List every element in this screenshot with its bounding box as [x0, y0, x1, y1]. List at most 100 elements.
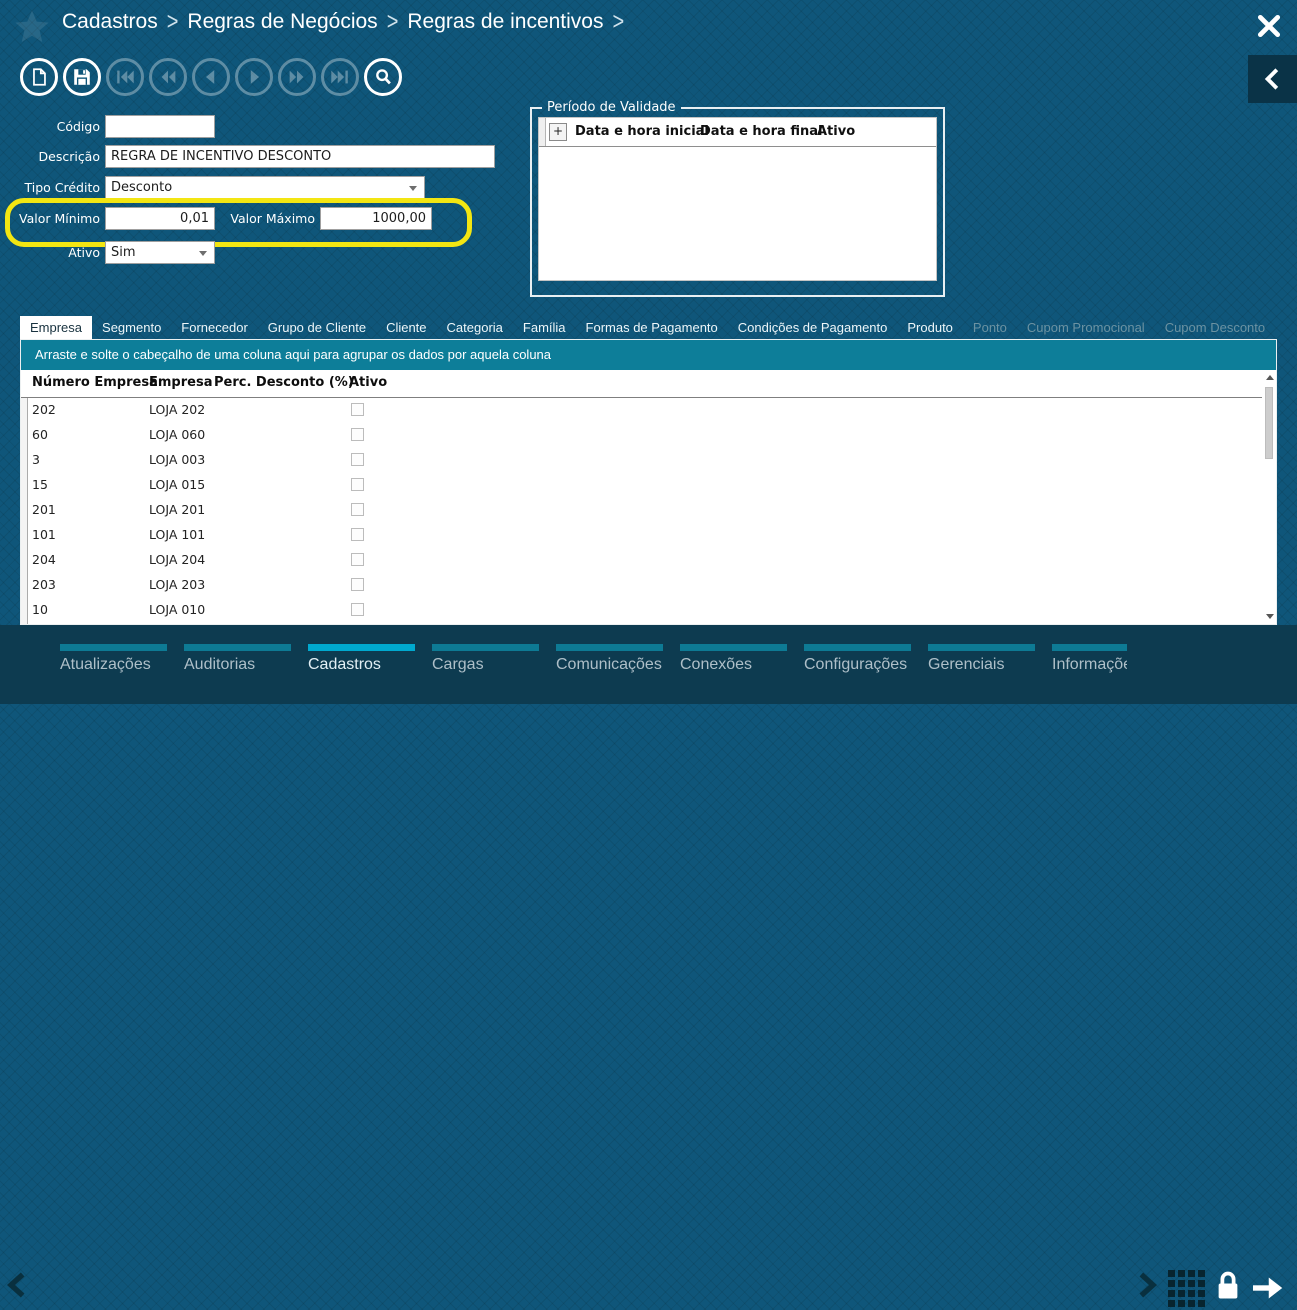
apps-grid-icon[interactable]	[1168, 1270, 1205, 1307]
bottom-nav-conexoes[interactable]: Conexões	[680, 644, 787, 674]
new-record-button[interactable]	[20, 58, 58, 96]
nav-scroll-right-icon[interactable]	[1132, 1263, 1160, 1307]
scroll-down-icon[interactable]	[1266, 614, 1274, 619]
nav-item-label: Configurações	[804, 656, 908, 673]
valor-minimo-input[interactable]: 0,01	[105, 207, 215, 230]
table-row[interactable]: 201 LOJA 201	[21, 497, 1262, 522]
tab-produto[interactable]: Produto	[897, 316, 963, 339]
table-row[interactable]: 203 LOJA 203	[21, 572, 1262, 597]
tipo-credito-label: Tipo Crédito	[24, 180, 100, 195]
search-icon	[376, 69, 391, 85]
breadcrumb-separator: >	[166, 7, 179, 36]
valor-maximo-input[interactable]: 1000,00	[320, 207, 432, 230]
ativo-checkbox[interactable]	[351, 503, 364, 516]
nav-scroll-left-icon[interactable]	[4, 1263, 32, 1307]
ativo-checkbox[interactable]	[351, 553, 364, 566]
ativo-select[interactable]: Sim	[105, 241, 215, 264]
bottom-nav-gerenciais[interactable]: Gerenciais	[928, 644, 1035, 674]
cell-numero-empresa: 101	[32, 527, 56, 542]
tab-fornecedor[interactable]: Fornecedor	[171, 316, 257, 339]
nav-item-label: Auditorias	[184, 656, 256, 673]
breadcrumb-item[interactable]: Regras de incentivos	[407, 10, 603, 34]
table-row[interactable]: 101 LOJA 101	[21, 522, 1262, 547]
table-row[interactable]: 10 LOJA 010	[21, 597, 1262, 622]
tab-segmento[interactable]: Segmento	[92, 316, 171, 339]
breadcrumb-item[interactable]: Regras de Negócios	[187, 10, 377, 34]
cell-numero-empresa: 203	[32, 577, 56, 592]
scrollbar-thumb[interactable]	[1265, 387, 1273, 459]
breadcrumb-item[interactable]: Cadastros	[62, 10, 158, 34]
bottom-nav-cadastros[interactable]: Cadastros	[308, 644, 415, 674]
tab-grupo-de-cliente[interactable]: Grupo de Cliente	[258, 316, 376, 339]
nav-item-label: Atualizações	[60, 656, 151, 673]
cell-empresa: LOJA 003	[149, 452, 206, 467]
fast-forward-icon	[289, 70, 304, 84]
ativo-checkbox[interactable]	[351, 528, 364, 541]
bottom-nav-cargas[interactable]: Cargas	[432, 644, 539, 674]
bottom-nav-informacoes[interactable]: Informações	[1052, 644, 1127, 674]
tab-cliente[interactable]: Cliente	[376, 316, 436, 339]
tab-empresa[interactable]: Empresa	[20, 316, 93, 339]
ativo-checkbox[interactable]	[351, 478, 364, 491]
tab-formas-de-pagamento[interactable]: Formas de Pagamento	[576, 316, 728, 339]
ativo-checkbox[interactable]	[351, 403, 364, 416]
exit-button[interactable]	[1249, 1273, 1287, 1303]
scroll-up-icon[interactable]	[1266, 375, 1274, 380]
table-row[interactable]: 204 LOJA 204	[21, 547, 1262, 572]
cell-empresa: LOJA 204	[149, 552, 206, 567]
nav-item-bar	[556, 644, 663, 651]
column-header-perc-desconto[interactable]: Perc. Desconto (%)	[214, 375, 354, 390]
next-record-button[interactable]	[235, 58, 273, 96]
add-period-button[interactable]: +	[549, 123, 567, 141]
tab-bins-de-cartoes: BINs de cartões	[1275, 316, 1277, 339]
table-row[interactable]: 15 LOJA 015	[21, 472, 1262, 497]
previous-record-button[interactable]	[192, 58, 230, 96]
next-fast-button[interactable]	[278, 58, 316, 96]
column-header-empresa[interactable]: Empresa	[149, 375, 212, 390]
table-row[interactable]: 202 LOJA 202	[21, 397, 1262, 422]
nav-item-label: Comunicações	[556, 656, 662, 673]
bottom-nav-configuracoes[interactable]: Configurações	[804, 644, 911, 674]
nav-item-bar	[60, 644, 167, 651]
cell-empresa: LOJA 202	[149, 402, 206, 417]
ativo-checkbox[interactable]	[351, 603, 364, 616]
save-button[interactable]	[63, 58, 101, 96]
vertical-scrollbar[interactable]	[1265, 373, 1274, 621]
descricao-input[interactable]: REGRA DE INCENTIVO DESCONTO	[105, 145, 495, 168]
table-row[interactable]: 3 LOJA 003	[21, 447, 1262, 472]
close-button[interactable]	[1249, 8, 1289, 44]
new-document-icon	[33, 68, 46, 86]
bottom-nav-atualizacoes[interactable]: Atualizações	[60, 644, 167, 674]
column-header[interactable]: Data e hora final	[700, 124, 822, 139]
tab-familia[interactable]: Família	[513, 316, 576, 339]
previous-fast-button[interactable]	[149, 58, 187, 96]
ativo-checkbox[interactable]	[351, 578, 364, 591]
favorite-star-icon[interactable]	[13, 8, 51, 46]
search-button[interactable]	[364, 58, 402, 96]
periodo-validade-title: Período de Validade	[547, 100, 676, 115]
codigo-label: Código	[56, 119, 100, 134]
column-header[interactable]: Ativo	[817, 124, 855, 139]
tipo-credito-select[interactable]: Desconto	[105, 176, 425, 199]
collapse-sidebar-button[interactable]	[1248, 55, 1297, 103]
arrow-right-icon	[1253, 1277, 1283, 1299]
codigo-input[interactable]	[105, 115, 215, 138]
ativo-checkbox[interactable]	[351, 428, 364, 441]
group-by-band[interactable]: Arraste e solte o cabeçalho de uma colun…	[21, 340, 1276, 370]
nav-item-label: Cadastros	[308, 656, 381, 673]
ativo-checkbox[interactable]	[351, 453, 364, 466]
column-header-ativo[interactable]: Ativo	[349, 375, 387, 390]
bottom-nav-auditorias[interactable]: Auditorias	[184, 644, 291, 674]
rewind-icon	[161, 70, 176, 84]
tab-condicoes-de-pagamento[interactable]: Condições de Pagamento	[728, 316, 898, 339]
bottom-nav-comunicacoes[interactable]: Comunicações	[556, 644, 663, 674]
tab-categoria[interactable]: Categoria	[437, 316, 513, 339]
column-header[interactable]: Data e hora inicial	[575, 124, 709, 139]
table-row[interactable]: 60 LOJA 060	[21, 422, 1262, 447]
lock-button[interactable]	[1213, 1267, 1243, 1305]
chevron-down-icon	[409, 186, 417, 191]
column-header-numero-empresa[interactable]: Número Empresa	[32, 375, 158, 390]
first-record-button[interactable]	[106, 58, 144, 96]
table-body: 202 LOJA 202 60 LOJA 060 3 LOJA 003 15 LOJA 015…	[21, 397, 1262, 624]
last-record-button[interactable]	[321, 58, 359, 96]
